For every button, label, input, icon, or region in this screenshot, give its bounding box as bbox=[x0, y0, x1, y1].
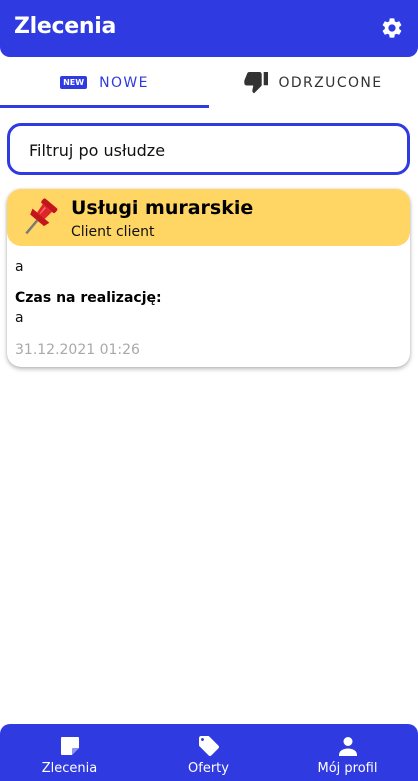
nav-item-profil[interactable]: Mój profil bbox=[278, 724, 417, 781]
tab-odrzucone[interactable]: ODRZUCONE bbox=[209, 57, 418, 108]
thumbs-down-icon bbox=[244, 71, 269, 93]
page-title: Zlecenia bbox=[14, 14, 117, 39]
new-badge-icon: NEW bbox=[60, 76, 88, 89]
order-card[interactable]: Usługi murarskie Client client a Czas na… bbox=[7, 189, 410, 367]
nav-item-zlecenia[interactable]: Zlecenia bbox=[0, 724, 139, 781]
order-service: Usługi murarskie bbox=[71, 197, 254, 219]
tab-label: ODRZUCONE bbox=[278, 74, 383, 91]
order-description: a bbox=[15, 259, 24, 275]
nav-label: Zlecenia bbox=[41, 761, 98, 776]
tab-bar: NEW NOWE ODRZUCONE bbox=[0, 57, 418, 108]
app-bar: Zlecenia bbox=[0, 0, 418, 57]
nav-label: Oferty bbox=[188, 761, 229, 776]
person-icon bbox=[338, 737, 357, 756]
order-client: Client client bbox=[71, 224, 155, 240]
order-time-value: a bbox=[15, 310, 24, 326]
tab-nowe[interactable]: NEW NOWE bbox=[0, 57, 209, 108]
bottom-nav: Zlecenia Oferty Mój profil bbox=[0, 724, 418, 781]
nav-label: Mój profil bbox=[317, 761, 378, 776]
nav-item-oferty[interactable]: Oferty bbox=[139, 724, 278, 781]
filter-input[interactable]: Filtruj po usłudze bbox=[7, 123, 410, 175]
tab-label: NOWE bbox=[99, 74, 149, 91]
tag-icon bbox=[198, 736, 219, 756]
order-date: 31.12.2021 01:26 bbox=[15, 342, 140, 358]
filter-placeholder: Filtruj po usłudze bbox=[29, 141, 166, 160]
order-time-label: Czas na realizację: bbox=[15, 290, 162, 306]
gear-icon[interactable] bbox=[380, 16, 404, 40]
note-icon bbox=[60, 737, 79, 755]
order-card-header: Usługi murarskie Client client bbox=[7, 189, 410, 246]
pushpin-icon bbox=[25, 198, 58, 235]
tab-indicator bbox=[0, 105, 209, 108]
